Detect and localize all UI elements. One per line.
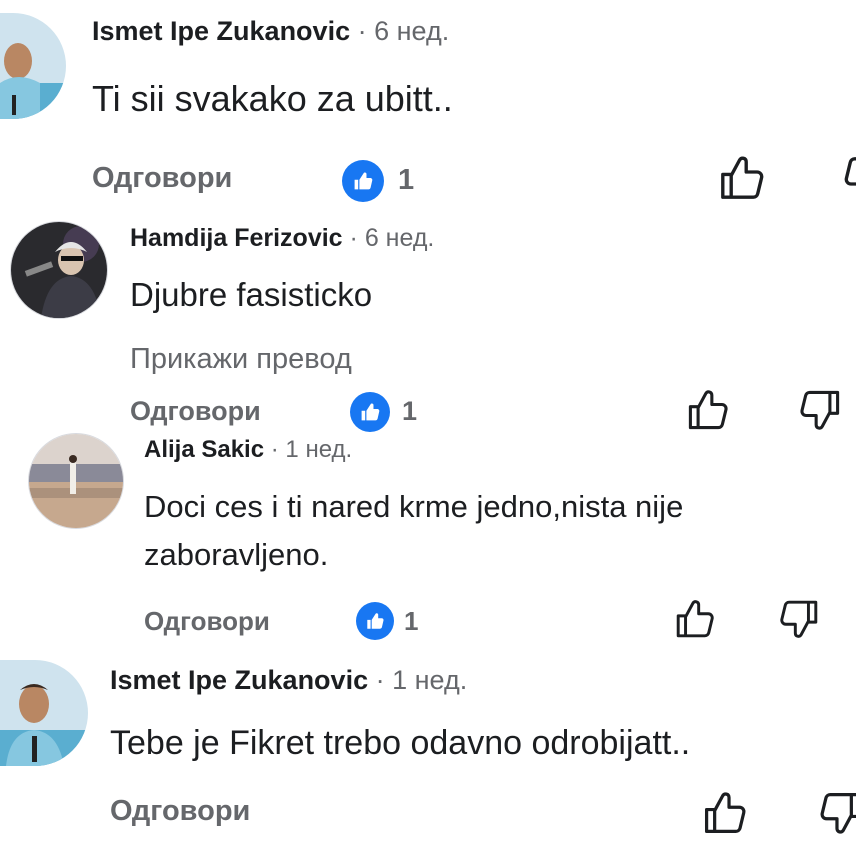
dislike-icon[interactable] — [778, 598, 820, 640]
comment-text: Ti sii svakako za ubitt.. — [92, 78, 453, 119]
comment-text: Tebe je Fikret trebo odavno odrobijatt.. — [110, 724, 691, 762]
separator-dot: · — [357, 16, 367, 46]
comment-text-line-1: Doci ces i ti nared krme jedno,nista nij… — [144, 489, 684, 524]
like-icon[interactable] — [674, 598, 716, 640]
reply-button[interactable]: Одговори — [92, 162, 232, 195]
like-icon[interactable] — [686, 388, 730, 432]
like-count[interactable]: 1 — [398, 164, 414, 197]
separator-dot: · — [349, 224, 358, 252]
like-badge-icon — [350, 392, 390, 432]
reply-button[interactable]: Одговори — [144, 606, 270, 637]
dislike-icon[interactable] — [818, 790, 856, 836]
timestamp[interactable]: 6 нед. — [365, 224, 435, 252]
avatar[interactable] — [28, 433, 124, 529]
like-badge-icon — [356, 602, 394, 640]
timestamp[interactable]: 6 нед. — [374, 16, 449, 46]
comment-header: Hamdija Ferizovic · 6 нед. — [130, 224, 434, 253]
like-count[interactable]: 1 — [404, 606, 418, 637]
like-count[interactable]: 1 — [402, 396, 417, 427]
reply-button[interactable]: Одговори — [130, 396, 261, 427]
comment-header: Alija Sakic · 1 нед. — [144, 436, 352, 464]
author-name[interactable]: Ismet Ipe Zukanovic — [110, 665, 368, 695]
like-icon[interactable] — [702, 790, 748, 836]
like-badge-icon — [342, 160, 384, 202]
separator-dot: · — [270, 436, 279, 463]
comment-header: Ismet Ipe Zukanovic · 6 нед. — [92, 16, 449, 47]
comment-header: Ismet Ipe Zukanovic · 1 нед. — [110, 665, 467, 696]
avatar[interactable] — [0, 660, 88, 766]
avatar[interactable] — [10, 221, 108, 319]
comment-text-line-2: zaboravljeno. — [144, 537, 329, 572]
author-name[interactable]: Ismet Ipe Zukanovic — [92, 16, 350, 46]
like-icon[interactable] — [718, 154, 766, 202]
dislike-icon[interactable] — [798, 388, 842, 432]
author-name[interactable]: Alija Sakic — [144, 436, 264, 463]
avatar[interactable] — [0, 13, 66, 119]
reply-button[interactable]: Одговори — [110, 795, 250, 828]
dislike-icon[interactable] — [842, 154, 856, 202]
author-name[interactable]: Hamdija Ferizovic — [130, 224, 343, 252]
show-translation-link[interactable]: Прикажи превод — [130, 343, 352, 376]
comment-text: Djubre fasisticko — [130, 276, 373, 313]
separator-dot: · — [375, 665, 385, 695]
timestamp[interactable]: 1 нед. — [392, 665, 467, 695]
timestamp[interactable]: 1 нед. — [285, 436, 352, 463]
